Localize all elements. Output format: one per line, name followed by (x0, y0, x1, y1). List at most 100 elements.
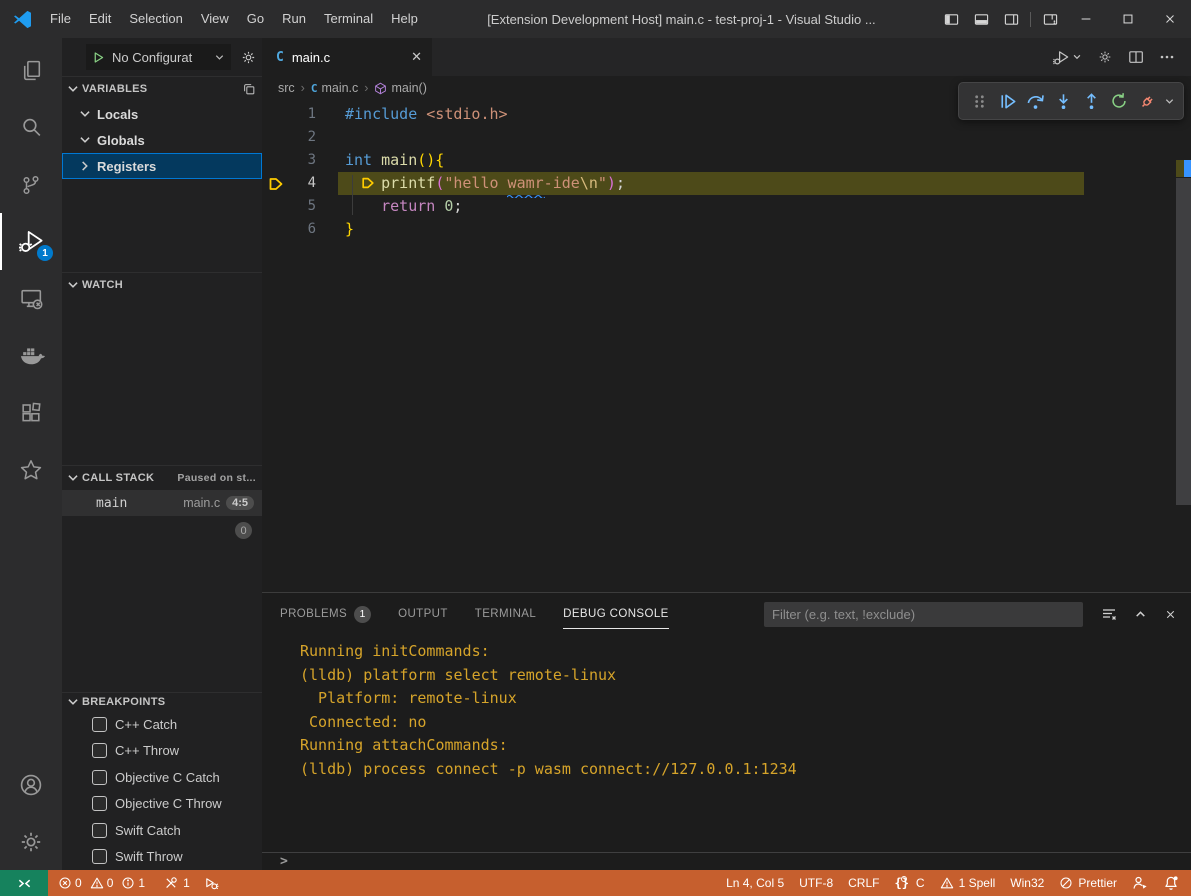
code-editor[interactable]: 1 #include <stdio.h> 23 int main(){ 4 printf… (262, 100, 1191, 592)
menu-file[interactable]: File (41, 0, 80, 38)
status-problems[interactable]: 0 0 1 (58, 876, 150, 890)
debug-step-over-button[interactable] (1021, 87, 1049, 115)
activitybar-star[interactable] (0, 441, 62, 498)
debug-step-out-button[interactable] (1077, 87, 1105, 115)
activitybar-docker[interactable] (0, 327, 62, 384)
breakpoint-checkbox[interactable] (92, 823, 107, 838)
tab-main-c[interactable]: C main.c ✕ (262, 38, 432, 76)
toggle-panel-button[interactable] (966, 0, 996, 38)
copy-value-icon[interactable] (242, 82, 256, 96)
debug-continue-button[interactable] (993, 87, 1021, 115)
watch-section-header[interactable]: WATCH (62, 272, 262, 297)
status-debug-session[interactable] (204, 876, 219, 891)
panel-tab-output[interactable]: OUTPUT (398, 593, 448, 635)
code-text[interactable]: return 0; (345, 195, 462, 218)
status-language-mode[interactable]: {}C (894, 876, 924, 890)
debug-chevron-down-button[interactable] (1161, 87, 1177, 115)
breakpoint-swift-catch[interactable]: Swift Catch (62, 817, 262, 844)
close-window-button[interactable] (1149, 0, 1191, 38)
open-launch-json-gear-icon[interactable] (236, 49, 260, 66)
status-cursor-position[interactable]: Ln 4, Col 5 (726, 876, 784, 890)
breadcrumb-item-main[interactable]: main() (374, 81, 426, 95)
status-eol[interactable]: CRLF (848, 876, 879, 890)
close-tab-icon[interactable]: ✕ (411, 49, 422, 65)
line-number[interactable]: 6 (290, 218, 316, 241)
line-number[interactable]: 2 (290, 126, 316, 149)
console-filter-input[interactable] (764, 602, 1083, 627)
activitybar-source-control[interactable] (0, 156, 62, 213)
debug-console-input[interactable]: > (262, 852, 1191, 870)
menu-view[interactable]: View (192, 0, 238, 38)
code-text[interactable]: printf("hello wamr-ide\n"); (345, 172, 625, 195)
activitybar-remote-explorer[interactable] (0, 270, 62, 327)
debug-step-into-button[interactable] (1049, 87, 1077, 115)
breakpoints-section-header[interactable]: BREAKPOINTS (62, 692, 262, 711)
line-number[interactable]: 1 (290, 103, 316, 126)
remote-indicator[interactable] (0, 870, 48, 896)
menu-go[interactable]: Go (238, 0, 273, 38)
breadcrumb-item-main-c[interactable]: Cmain.c (311, 81, 358, 95)
run-or-debug-button[interactable] (1053, 49, 1082, 66)
menu-terminal[interactable]: Terminal (315, 0, 382, 38)
status-prettier[interactable]: Prettier (1059, 876, 1117, 890)
status-notifications[interactable] (1163, 875, 1179, 891)
editor-settings-gear-icon[interactable] (1097, 49, 1113, 65)
activitybar-extensions[interactable] (0, 384, 62, 441)
debug-restart-button[interactable] (1105, 87, 1133, 115)
variables-section-header[interactable]: VARIABLES (62, 76, 262, 101)
breakpoint-gutter[interactable] (262, 103, 290, 126)
variables-item-locals[interactable]: Locals (62, 101, 262, 127)
customize-layout-button[interactable] (1035, 0, 1065, 38)
breakpoint-c-catch[interactable]: C++ Catch (62, 711, 262, 738)
breakpoint-checkbox[interactable] (92, 717, 107, 732)
breakpoint-checkbox[interactable] (92, 770, 107, 785)
activitybar-run-and-debug[interactable]: 1 (0, 213, 62, 270)
breadcrumb-item-src[interactable]: src (278, 81, 295, 95)
breakpoint-c-throw[interactable]: C++ Throw (62, 738, 262, 765)
panel-tab-problems[interactable]: PROBLEMS1 (280, 593, 371, 635)
breakpoint-gutter[interactable] (262, 126, 290, 149)
line-number[interactable]: 3 (290, 149, 316, 172)
status-tools[interactable]: 1 (164, 876, 190, 890)
activitybar-settings[interactable] (0, 813, 62, 870)
breakpoint-gutter[interactable] (262, 149, 290, 172)
toggle-secondary-sidebar-button[interactable] (996, 0, 1026, 38)
breakpoint-checkbox[interactable] (92, 849, 107, 864)
variables-item-registers[interactable]: Registers (62, 153, 262, 179)
breakpoint-gutter[interactable] (262, 218, 290, 241)
breakpoint-checkbox[interactable] (92, 743, 107, 758)
launch-configuration-dropdown[interactable]: No Configurat (86, 44, 231, 70)
panel-tab-terminal[interactable]: TERMINAL (475, 593, 536, 635)
more-actions-icon[interactable] (1159, 49, 1175, 65)
toggle-primary-sidebar-button[interactable] (936, 0, 966, 38)
maximize-button[interactable] (1107, 0, 1149, 38)
menu-edit[interactable]: Edit (80, 0, 120, 38)
split-editor-icon[interactable] (1128, 49, 1144, 65)
variables-item-globals[interactable]: Globals (62, 127, 262, 153)
breakpoint-swift-throw[interactable]: Swift Throw (62, 844, 262, 871)
minimize-button[interactable] (1065, 0, 1107, 38)
maximize-panel-icon[interactable] (1134, 608, 1147, 621)
code-text[interactable]: #include <stdio.h> (345, 103, 508, 126)
menu-run[interactable]: Run (273, 0, 315, 38)
status-platform[interactable]: Win32 (1010, 876, 1044, 890)
debug-disconnect-button[interactable] (1133, 87, 1161, 115)
debug-gripper-button[interactable] (965, 87, 993, 115)
status-spell[interactable]: 1 Spell (940, 876, 996, 890)
line-number[interactable]: 5 (290, 195, 316, 218)
breakpoint-objective-c-catch[interactable]: Objective C Catch (62, 764, 262, 791)
editor-scrollbar[interactable] (1176, 178, 1191, 505)
breakpoint-gutter[interactable] (262, 172, 290, 195)
status-feedback[interactable] (1132, 875, 1148, 891)
stack-frame-row[interactable]: main main.c 4:5 (62, 490, 262, 516)
activitybar-search[interactable] (0, 99, 62, 156)
status-encoding[interactable]: UTF-8 (799, 876, 833, 890)
line-number[interactable]: 4 (290, 172, 316, 195)
breakpoint-checkbox[interactable] (92, 796, 107, 811)
activitybar-accounts[interactable] (0, 756, 62, 813)
activitybar-explorer[interactable] (0, 42, 62, 99)
start-debugging-icon[interactable] (92, 51, 105, 64)
code-text[interactable]: int main(){ (345, 149, 444, 172)
menu-selection[interactable]: Selection (120, 0, 191, 38)
breakpoint-objective-c-throw[interactable]: Objective C Throw (62, 791, 262, 818)
